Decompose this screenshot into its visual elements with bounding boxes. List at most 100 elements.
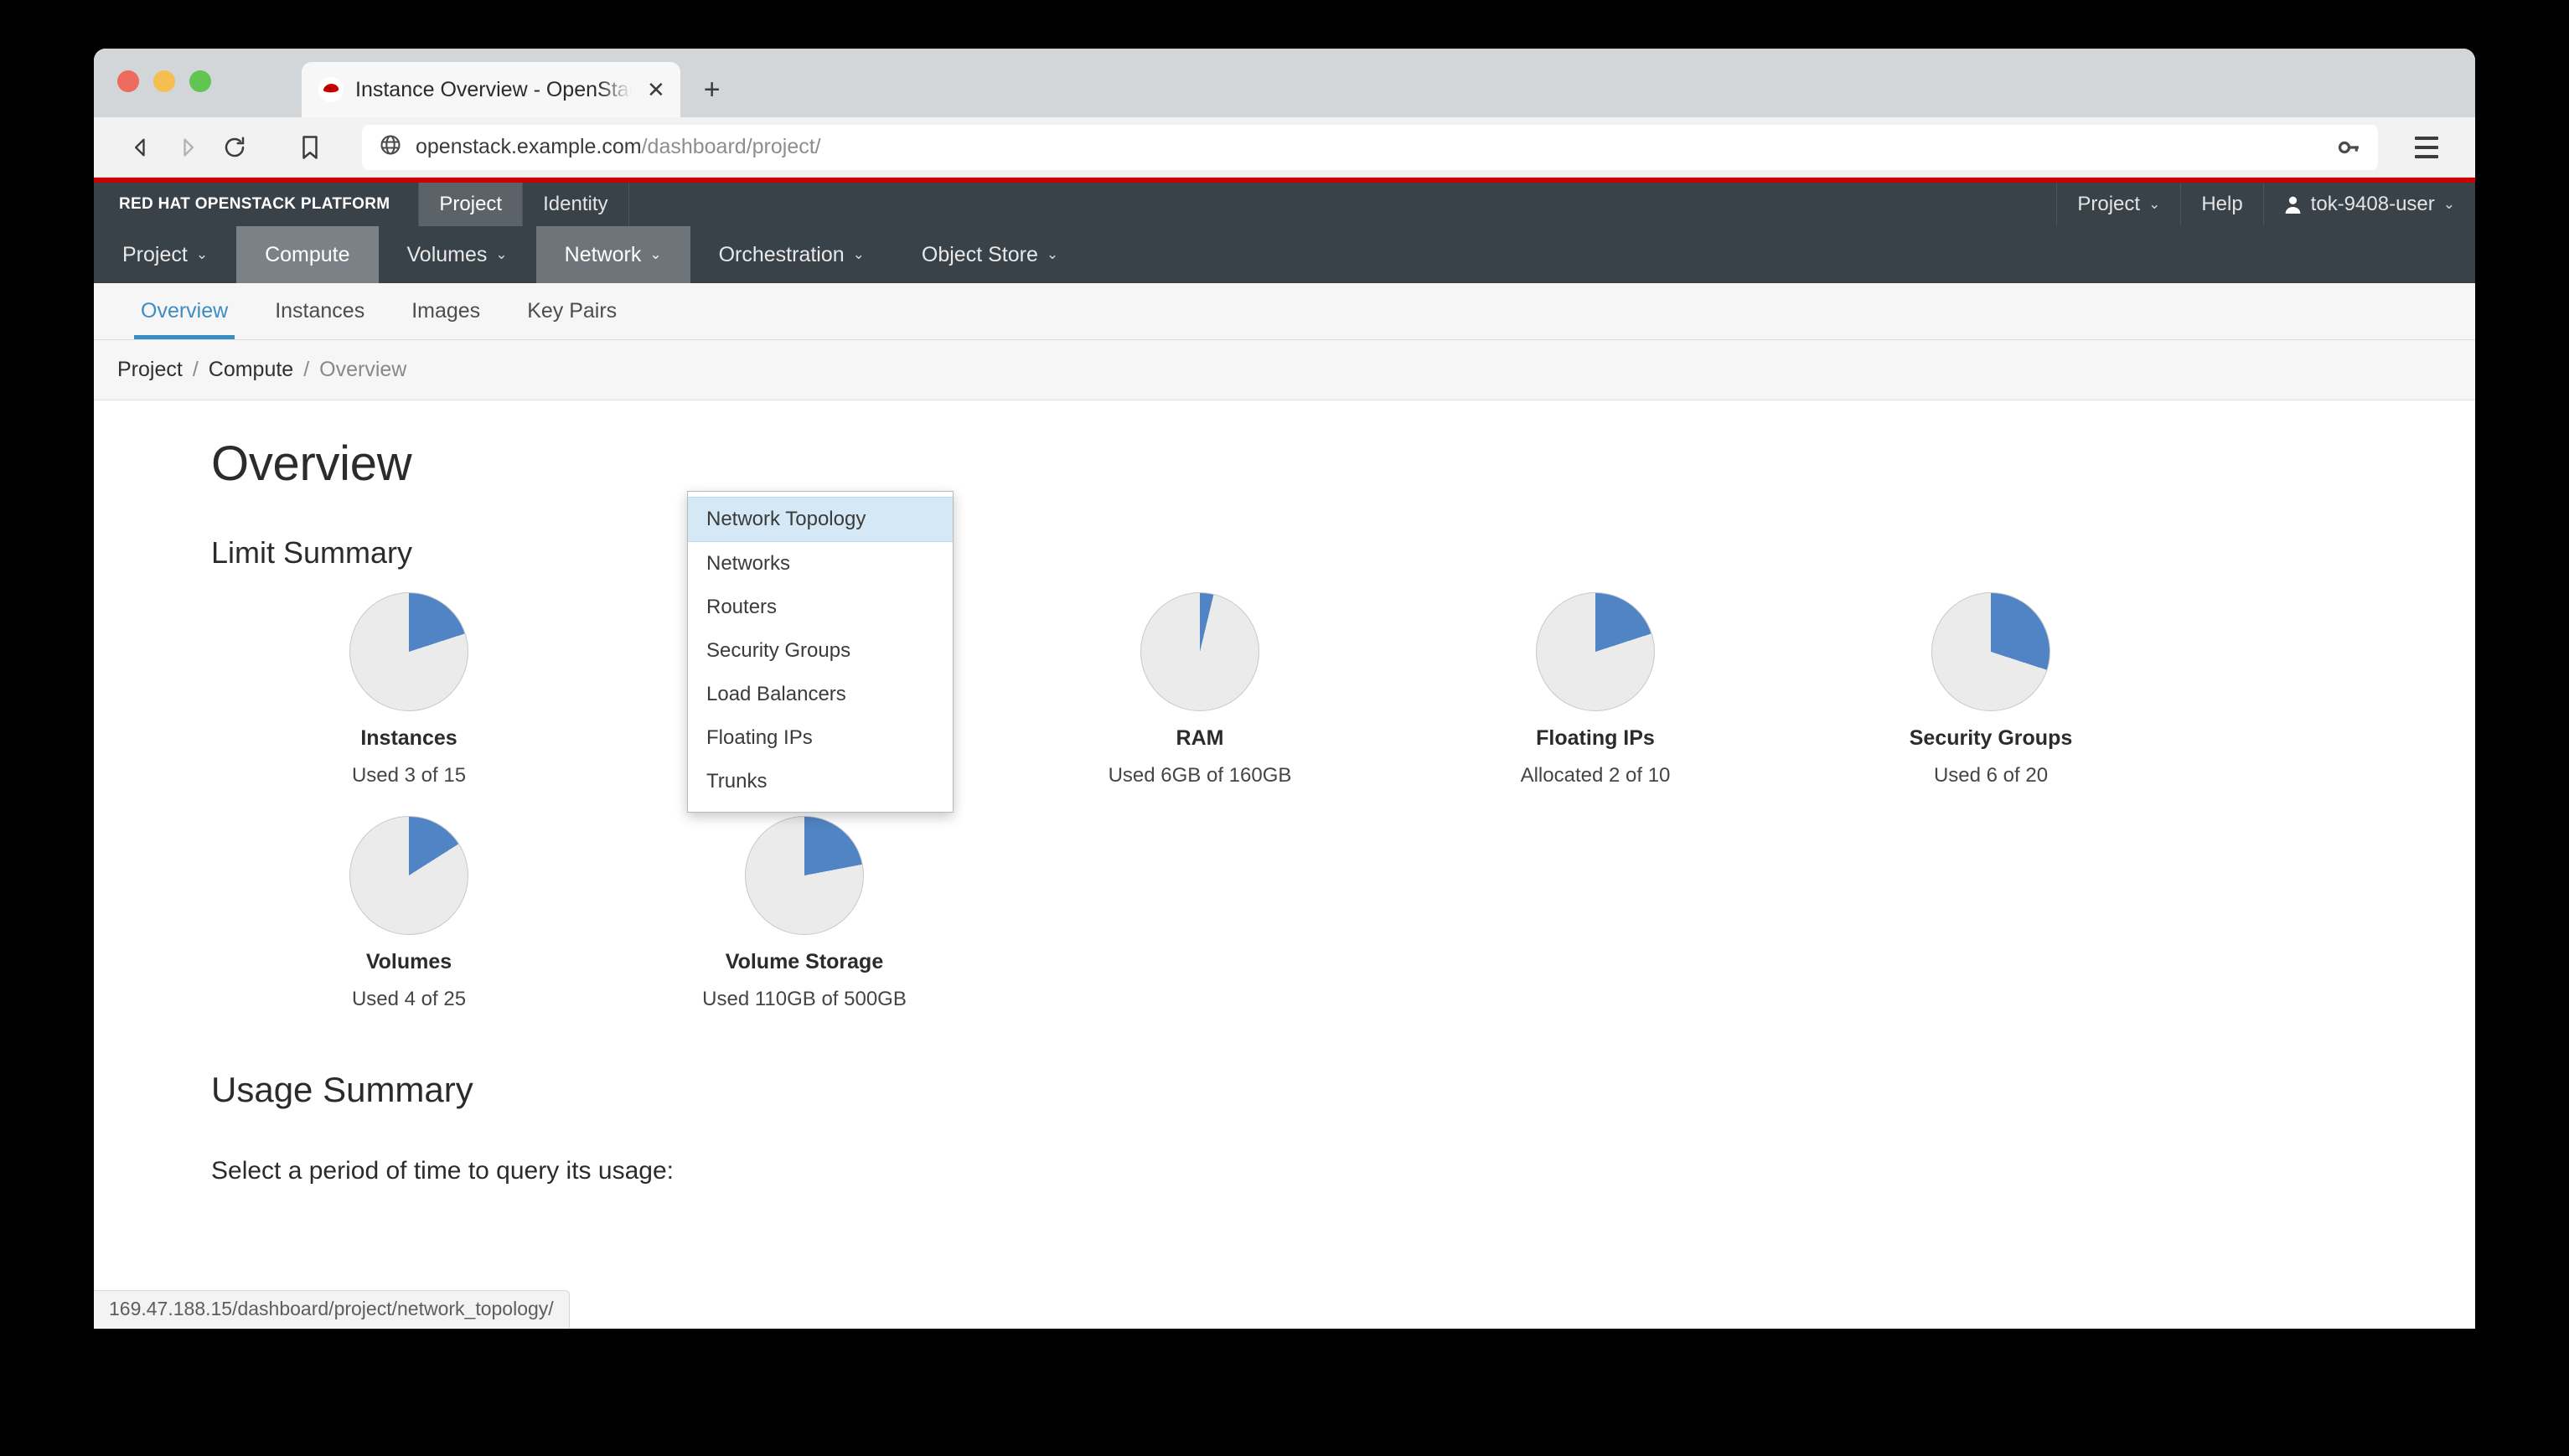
- user-menu[interactable]: tok-9408-user ⌄: [2262, 183, 2475, 226]
- limit-pie-volume-storage: Volume Storage Used 110GB of 500GB: [607, 816, 1002, 1011]
- pie-label: Security Groups: [1909, 726, 2073, 750]
- pie-label: Volume Storage: [725, 950, 884, 973]
- breadcrumb-separator: /: [303, 358, 310, 381]
- pie-chart: [1536, 592, 1655, 711]
- nav-item-network[interactable]: Network ⌄: [535, 226, 690, 283]
- nav-item-orchestration[interactable]: Orchestration ⌄: [690, 226, 893, 283]
- browser-window: Instance Overview - OpenStack Dashboard …: [94, 49, 2475, 1329]
- nav-item-label: Object Store: [921, 242, 1038, 266]
- limit-pie-floating-ips: Floating IPs Allocated 2 of 10: [1398, 592, 1793, 787]
- limit-pie-volumes: Volumes Used 4 of 25: [211, 816, 607, 1011]
- redhat-favicon-icon: [318, 77, 344, 102]
- url-host: openstack.example.com: [416, 135, 642, 158]
- close-window-button[interactable]: [117, 70, 139, 92]
- pie-value: Allocated 2 of 10: [1520, 764, 1671, 787]
- browser-tab-title: Instance Overview - OpenStack Dashboard: [355, 77, 632, 101]
- tab-instances[interactable]: Instances: [251, 283, 388, 339]
- chevron-down-icon: ⌄: [852, 246, 865, 262]
- breadcrumb-item-compute[interactable]: Compute: [209, 358, 293, 382]
- reload-button[interactable]: [211, 124, 258, 171]
- main-content: Overview Limit Summary Instances Used 3 o…: [94, 400, 2475, 1328]
- project-selector[interactable]: Project ⌄: [2056, 183, 2180, 226]
- pie-label: Volumes: [365, 950, 452, 973]
- new-tab-button[interactable]: +: [704, 75, 721, 104]
- minimize-window-button[interactable]: [153, 70, 175, 92]
- header-item-identity[interactable]: Identity: [523, 183, 629, 226]
- help-link[interactable]: Help: [2180, 183, 2262, 226]
- dropdown-item-security-groups[interactable]: Security Groups: [688, 629, 953, 673]
- usage-summary-section: Usage Summary Select a period of time to…: [211, 1070, 2475, 1185]
- chevron-down-icon: ⌄: [1046, 246, 1059, 262]
- bookmark-icon[interactable]: [287, 124, 333, 171]
- tab-label: Overview: [141, 299, 229, 323]
- limit-summary-grid: InstancesUsed 3 of 15VCPUsUsed 6 of 72RA…: [211, 592, 2423, 1040]
- address-bar[interactable]: openstack.example.com/dashboard/project/: [362, 124, 2378, 170]
- limit-pie-security-groups: Security Groups Used 6 of 20: [1793, 592, 2189, 787]
- chevron-down-icon: ⌄: [2442, 196, 2455, 212]
- pie-value: Used 6GB of 160GB: [1108, 764, 1292, 787]
- breadcrumb-separator: /: [192, 358, 199, 381]
- breadcrumb-item-overview: Overview: [319, 358, 407, 381]
- dashboard-main-nav: Project ⌄ Compute Volumes ⌄ Network ⌄ Or…: [94, 226, 2475, 283]
- nav-item-label: Orchestration: [718, 242, 845, 266]
- url-path: /dashboard/project/: [641, 135, 821, 158]
- user-menu-label: tok-9408-user: [2310, 193, 2435, 215]
- dropdown-item-network-topology[interactable]: Network Topology: [688, 497, 953, 542]
- dropdown-item-load-balancers[interactable]: Load Balancers: [688, 673, 953, 716]
- limit-pie-ram: RAM Used 6GB of 160GB: [1002, 592, 1398, 787]
- pie-chart: [349, 592, 468, 711]
- dropdown-item-networks[interactable]: Networks: [688, 542, 953, 586]
- dropdown-item-routers[interactable]: Routers: [688, 586, 953, 629]
- browser-tab[interactable]: Instance Overview - OpenStack Dashboard …: [302, 62, 680, 117]
- pie-value: Used 4 of 25: [351, 988, 467, 1010]
- nav-item-project[interactable]: Project ⌄: [94, 226, 236, 283]
- pie-label: RAM: [1176, 726, 1224, 750]
- forward-button[interactable]: [164, 124, 211, 171]
- pie-value: Used 6 of 20: [1933, 764, 2049, 787]
- limit-pie-instances: Instances Used 3 of 15: [211, 592, 607, 787]
- tab-label: Key Pairs: [527, 299, 618, 323]
- tab-label: Images: [411, 299, 481, 323]
- chevron-down-icon: ⌄: [195, 246, 209, 262]
- openstack-dashboard: RED HAT OPENSTACK PLATFORM Project Ident…: [94, 178, 2475, 1328]
- nav-item-volumes[interactable]: Volumes ⌄: [379, 226, 536, 283]
- dashboard-header: RED HAT OPENSTACK PLATFORM Project Ident…: [94, 183, 2475, 226]
- usage-summary-heading: Usage Summary: [211, 1070, 473, 1109]
- tab-overview[interactable]: Overview: [117, 283, 251, 339]
- dropdown-item-floating-ips[interactable]: Floating IPs: [688, 716, 953, 760]
- breadcrumb-item-project[interactable]: Project: [117, 358, 183, 382]
- brand-logo-text: RED HAT OPENSTACK PLATFORM: [119, 195, 390, 213]
- close-tab-icon[interactable]: ✕: [644, 79, 669, 101]
- tab-label: Instances: [275, 299, 365, 323]
- network-dropdown-menu: Network Topology Networks Routers Security …: [687, 491, 954, 813]
- pie-value: Used 110GB of 500GB: [702, 988, 907, 1010]
- pie-label: Floating IPs: [1536, 726, 1655, 750]
- nav-item-label: Network: [564, 242, 642, 266]
- breadcrumb: Project / Compute / Overview: [94, 340, 2475, 400]
- browser-toolbar: openstack.example.com/dashboard/project/: [94, 117, 2475, 178]
- pie-value: Used 3 of 15: [351, 764, 467, 787]
- browser-menu-button[interactable]: [2401, 124, 2452, 171]
- pie-chart: [745, 816, 864, 935]
- compute-tab-bar: Overview Instances Images Key Pairs: [94, 283, 2475, 340]
- key-icon[interactable]: [2336, 135, 2361, 160]
- brand-logo[interactable]: RED HAT OPENSTACK PLATFORM: [94, 183, 420, 226]
- pie-chart: [1931, 592, 2050, 711]
- tab-key-pairs[interactable]: Key Pairs: [504, 283, 640, 339]
- status-bar-url: 169.47.188.15/dashboard/project/network_…: [94, 1290, 570, 1328]
- back-button[interactable]: [117, 124, 164, 171]
- header-item-project[interactable]: Project: [419, 183, 524, 226]
- tab-images[interactable]: Images: [388, 283, 504, 339]
- header-item-label: Identity: [543, 193, 608, 215]
- address-bar-url: openstack.example.com/dashboard/project/: [416, 135, 821, 159]
- nav-item-compute[interactable]: Compute: [236, 226, 379, 283]
- header-item-label: Project: [439, 193, 503, 215]
- nav-item-label: Volumes: [406, 242, 488, 266]
- window-controls: [117, 70, 211, 92]
- maximize-window-button[interactable]: [189, 70, 211, 92]
- user-icon: [2284, 195, 2302, 214]
- dropdown-item-trunks[interactable]: Trunks: [688, 760, 953, 803]
- chevron-down-icon: ⌄: [2148, 196, 2161, 212]
- page-title: Overview: [211, 436, 412, 491]
- nav-item-object-store[interactable]: Object Store ⌄: [893, 226, 1087, 283]
